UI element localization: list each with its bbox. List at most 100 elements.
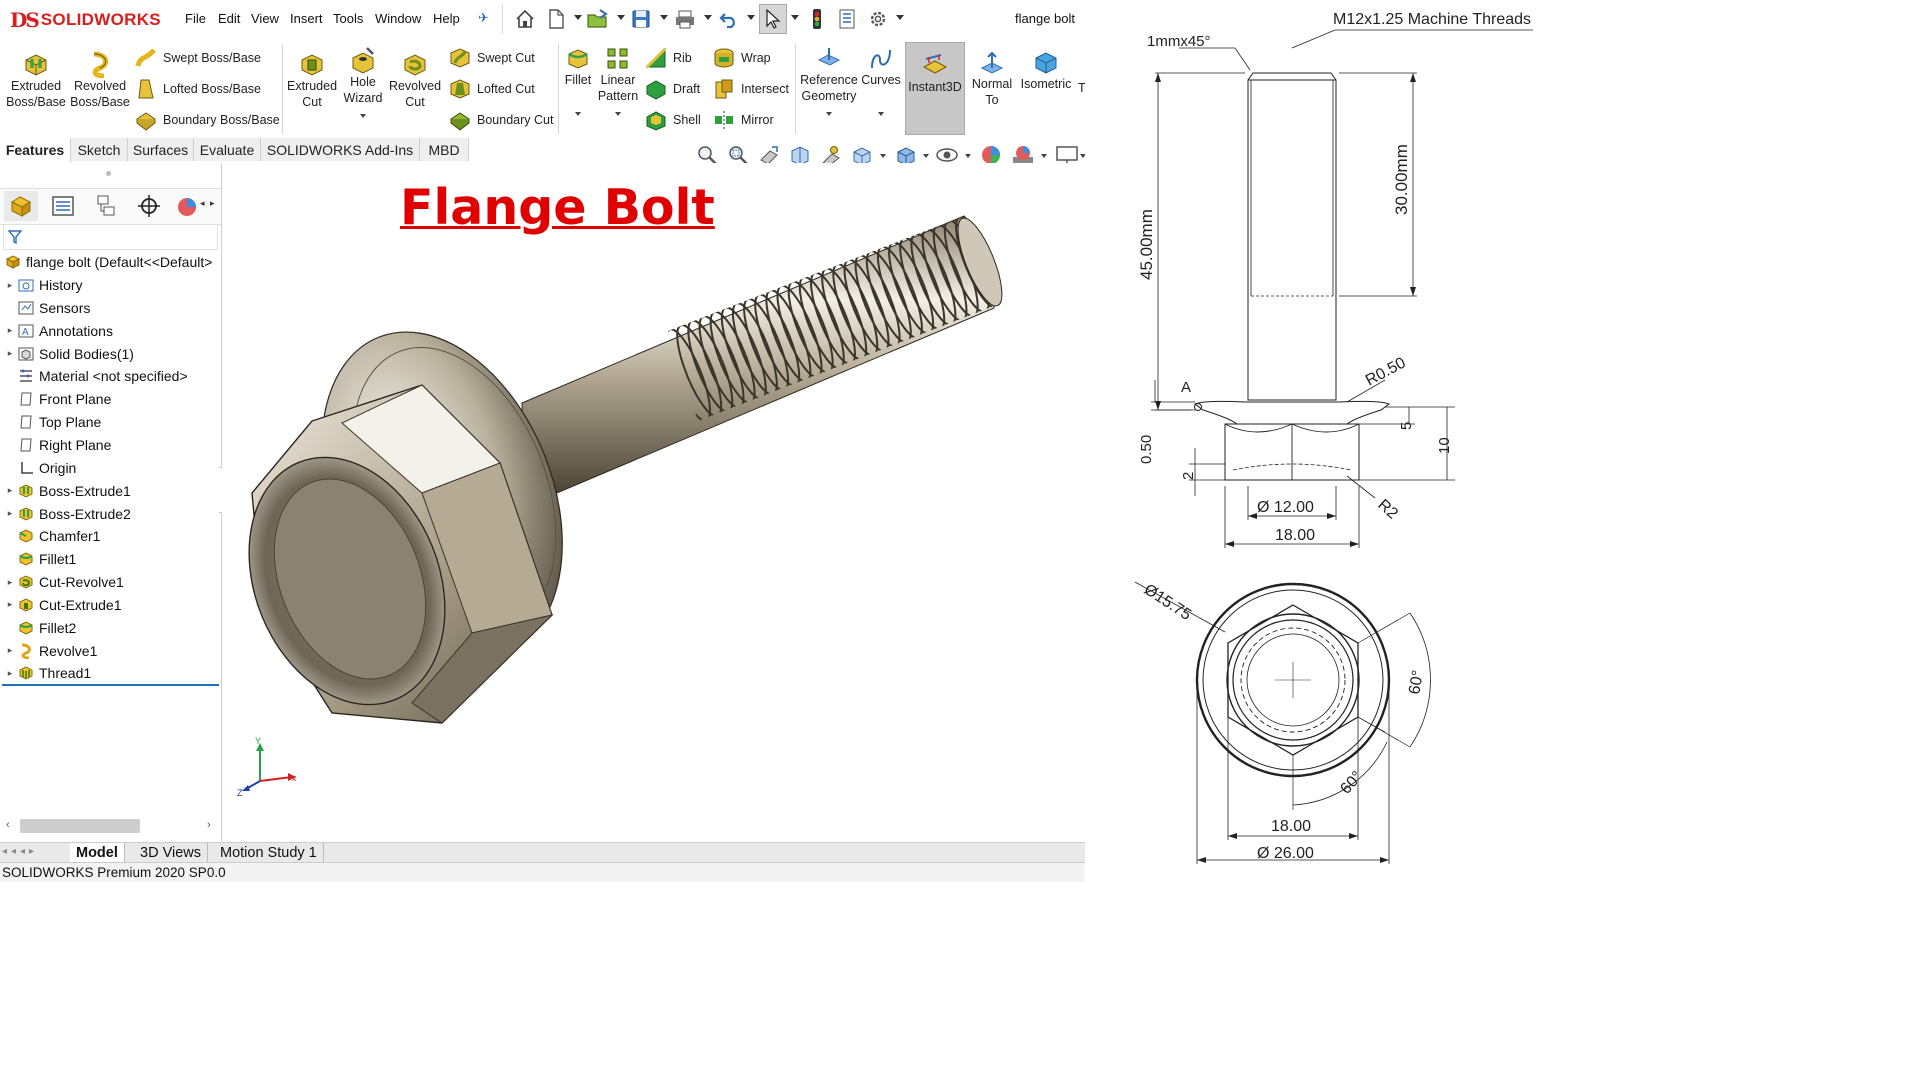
- scroll-right-arrow-icon[interactable]: ›: [207, 819, 211, 831]
- tab-surfaces[interactable]: Surfaces: [128, 138, 194, 161]
- swept-boss-button[interactable]: Swept Boss/Base: [135, 45, 261, 71]
- bottom-tab-model[interactable]: Model: [70, 843, 125, 863]
- expand-arrow-icon[interactable]: ▸: [3, 645, 17, 656]
- wrap-button[interactable]: Wrap: [713, 45, 771, 71]
- instant3d-button[interactable]: Instant3D: [905, 42, 965, 135]
- feature-tree-filter[interactable]: [3, 224, 218, 250]
- tree-item-fillet2[interactable]: Fillet2: [0, 617, 221, 639]
- scroll-left-arrow-icon[interactable]: ‹: [6, 819, 10, 831]
- configuration-manager-icon[interactable]: [89, 191, 123, 221]
- curves-caret[interactable]: [878, 112, 884, 116]
- menu-view[interactable]: View: [251, 11, 279, 26]
- expand-arrow-icon[interactable]: ▸: [3, 599, 17, 610]
- undo-dropdown-caret[interactable]: [747, 15, 755, 20]
- panel-grip[interactable]: [106, 171, 111, 176]
- rib-button[interactable]: Rib: [645, 45, 692, 71]
- menu-edit[interactable]: Edit: [218, 11, 240, 26]
- fillet-button[interactable]: Fillet: [560, 46, 596, 116]
- swept-cut-button[interactable]: Swept Cut: [449, 45, 535, 71]
- tree-item-history[interactable]: ▸ History: [0, 274, 221, 296]
- menu-file[interactable]: File: [185, 11, 206, 26]
- tab-evaluate[interactable]: Evaluate: [194, 138, 261, 161]
- expand-arrow-icon[interactable]: ▸: [3, 668, 17, 679]
- normal-to-button[interactable]: Normal To: [967, 50, 1017, 108]
- undo-icon[interactable]: [716, 6, 742, 32]
- tab-sketch[interactable]: Sketch: [71, 138, 128, 161]
- tree-item-annotations[interactable]: ▸ A Annotations: [0, 320, 221, 342]
- boundary-boss-button[interactable]: Boundary Boss/Base: [135, 107, 280, 133]
- lofted-cut-button[interactable]: Lofted Cut: [449, 76, 535, 102]
- expand-arrow-icon[interactable]: ▸: [3, 348, 17, 359]
- tree-item-top-plane[interactable]: Top Plane: [0, 411, 221, 433]
- tree-item-revolve1[interactable]: ▸ Revolve1: [0, 640, 221, 662]
- revolved-cut-button[interactable]: Revolved Cut: [388, 50, 442, 110]
- revolved-boss-button[interactable]: Revolved Boss/Base: [68, 50, 132, 110]
- tab-scroll-right-icon[interactable]: ▸: [210, 198, 215, 209]
- home-icon[interactable]: [512, 6, 538, 32]
- linear-pattern-caret[interactable]: [615, 112, 621, 116]
- rebuild-icon[interactable]: [804, 6, 830, 32]
- intersect-button[interactable]: Intersect: [713, 76, 789, 102]
- menu-window[interactable]: Window: [375, 11, 421, 26]
- reference-geometry-caret[interactable]: [826, 112, 832, 116]
- new-dropdown-caret[interactable]: [574, 15, 582, 20]
- property-manager-icon[interactable]: [46, 191, 80, 221]
- curves-button[interactable]: Curves: [860, 46, 902, 116]
- print-dropdown-caret[interactable]: [704, 15, 712, 20]
- view-orientation-caret[interactable]: [880, 154, 886, 158]
- extruded-cut-button[interactable]: Extruded Cut: [284, 50, 340, 110]
- tree-item-boss-extrude1[interactable]: ▸ Boss-Extrude1: [0, 480, 221, 502]
- scroll-thumb[interactable]: [20, 819, 140, 833]
- tree-item-chamfer1[interactable]: Chamfer1: [0, 525, 221, 547]
- display-style-caret[interactable]: [923, 154, 929, 158]
- menu-tools[interactable]: Tools: [333, 11, 363, 26]
- lofted-boss-button[interactable]: Lofted Boss/Base: [135, 76, 261, 102]
- tree-item-front-plane[interactable]: Front Plane: [0, 388, 221, 410]
- tree-item-sensors[interactable]: Sensors: [0, 297, 221, 319]
- reference-geometry-button[interactable]: Reference Geometry: [797, 46, 861, 116]
- feature-manager-tree-icon[interactable]: [4, 191, 38, 221]
- open-icon[interactable]: [585, 6, 611, 32]
- menu-help[interactable]: Help: [433, 11, 460, 26]
- options-icon[interactable]: [865, 6, 891, 32]
- select-dropdown-caret[interactable]: [791, 15, 799, 20]
- options-dropdown-caret[interactable]: [896, 15, 904, 20]
- tree-item-cut-revolve1[interactable]: ▸ Cut-Revolve1: [0, 571, 221, 593]
- tab-mbd[interactable]: MBD: [420, 138, 469, 161]
- tree-item-right-plane[interactable]: Right Plane: [0, 434, 221, 456]
- save-icon[interactable]: [628, 6, 654, 32]
- draft-button[interactable]: Draft: [645, 76, 700, 102]
- extruded-boss-button[interactable]: Extruded Boss/Base: [4, 50, 68, 110]
- expand-arrow-icon[interactable]: ▸: [3, 325, 17, 336]
- feature-tree-root[interactable]: flange bolt (Default<<Default>: [0, 251, 221, 273]
- hide-show-caret[interactable]: [965, 154, 971, 158]
- fillet-caret[interactable]: [575, 112, 581, 116]
- print-icon[interactable]: [672, 6, 698, 32]
- flange-bolt-model[interactable]: Y x Z: [222, 163, 1085, 841]
- hole-wizard-caret[interactable]: [360, 114, 366, 118]
- linear-pattern-button[interactable]: Linear Pattern: [596, 46, 640, 116]
- expand-arrow-icon[interactable]: ▸: [3, 280, 17, 291]
- tab-navigation-arrows-icon[interactable]: ◂◂◂▸: [2, 846, 38, 857]
- tree-item-fillet1[interactable]: Fillet1: [0, 548, 221, 570]
- display-manager-icon[interactable]: [174, 191, 198, 221]
- tree-item-cut-extrude1[interactable]: ▸ Cut-Extrude1: [0, 594, 221, 616]
- tree-item-solid-bodies-1[interactable]: ▸ Solid Bodies(1): [0, 343, 221, 365]
- isometric-button[interactable]: Isometric: [1018, 50, 1074, 92]
- tab-solidworks-add-ins[interactable]: SOLIDWORKS Add-Ins: [261, 138, 420, 161]
- new-document-icon[interactable]: [543, 6, 569, 32]
- save-dropdown-caret[interactable]: [660, 15, 668, 20]
- tree-item-boss-extrude2[interactable]: ▸ Boss-Extrude2: [0, 503, 221, 525]
- apply-scene-caret[interactable]: [1041, 154, 1047, 158]
- dimxpert-manager-icon[interactable]: [132, 191, 166, 221]
- graphics-area[interactable]: Flange Bolt Y x Z: [222, 163, 1085, 841]
- rollback-bar[interactable]: [2, 684, 219, 686]
- pin-icon[interactable]: ✈: [478, 10, 489, 26]
- tree-item-thread1[interactable]: ▸ Thread1: [0, 662, 221, 684]
- boundary-cut-button[interactable]: Boundary Cut: [449, 107, 553, 133]
- tab-features[interactable]: Features: [0, 138, 71, 163]
- tree-item-material-not-specified[interactable]: Material <not specified>: [0, 365, 221, 387]
- expand-arrow-icon[interactable]: ▸: [3, 508, 17, 519]
- expand-arrow-icon[interactable]: ▸: [3, 485, 17, 496]
- shell-button[interactable]: Shell: [645, 107, 701, 133]
